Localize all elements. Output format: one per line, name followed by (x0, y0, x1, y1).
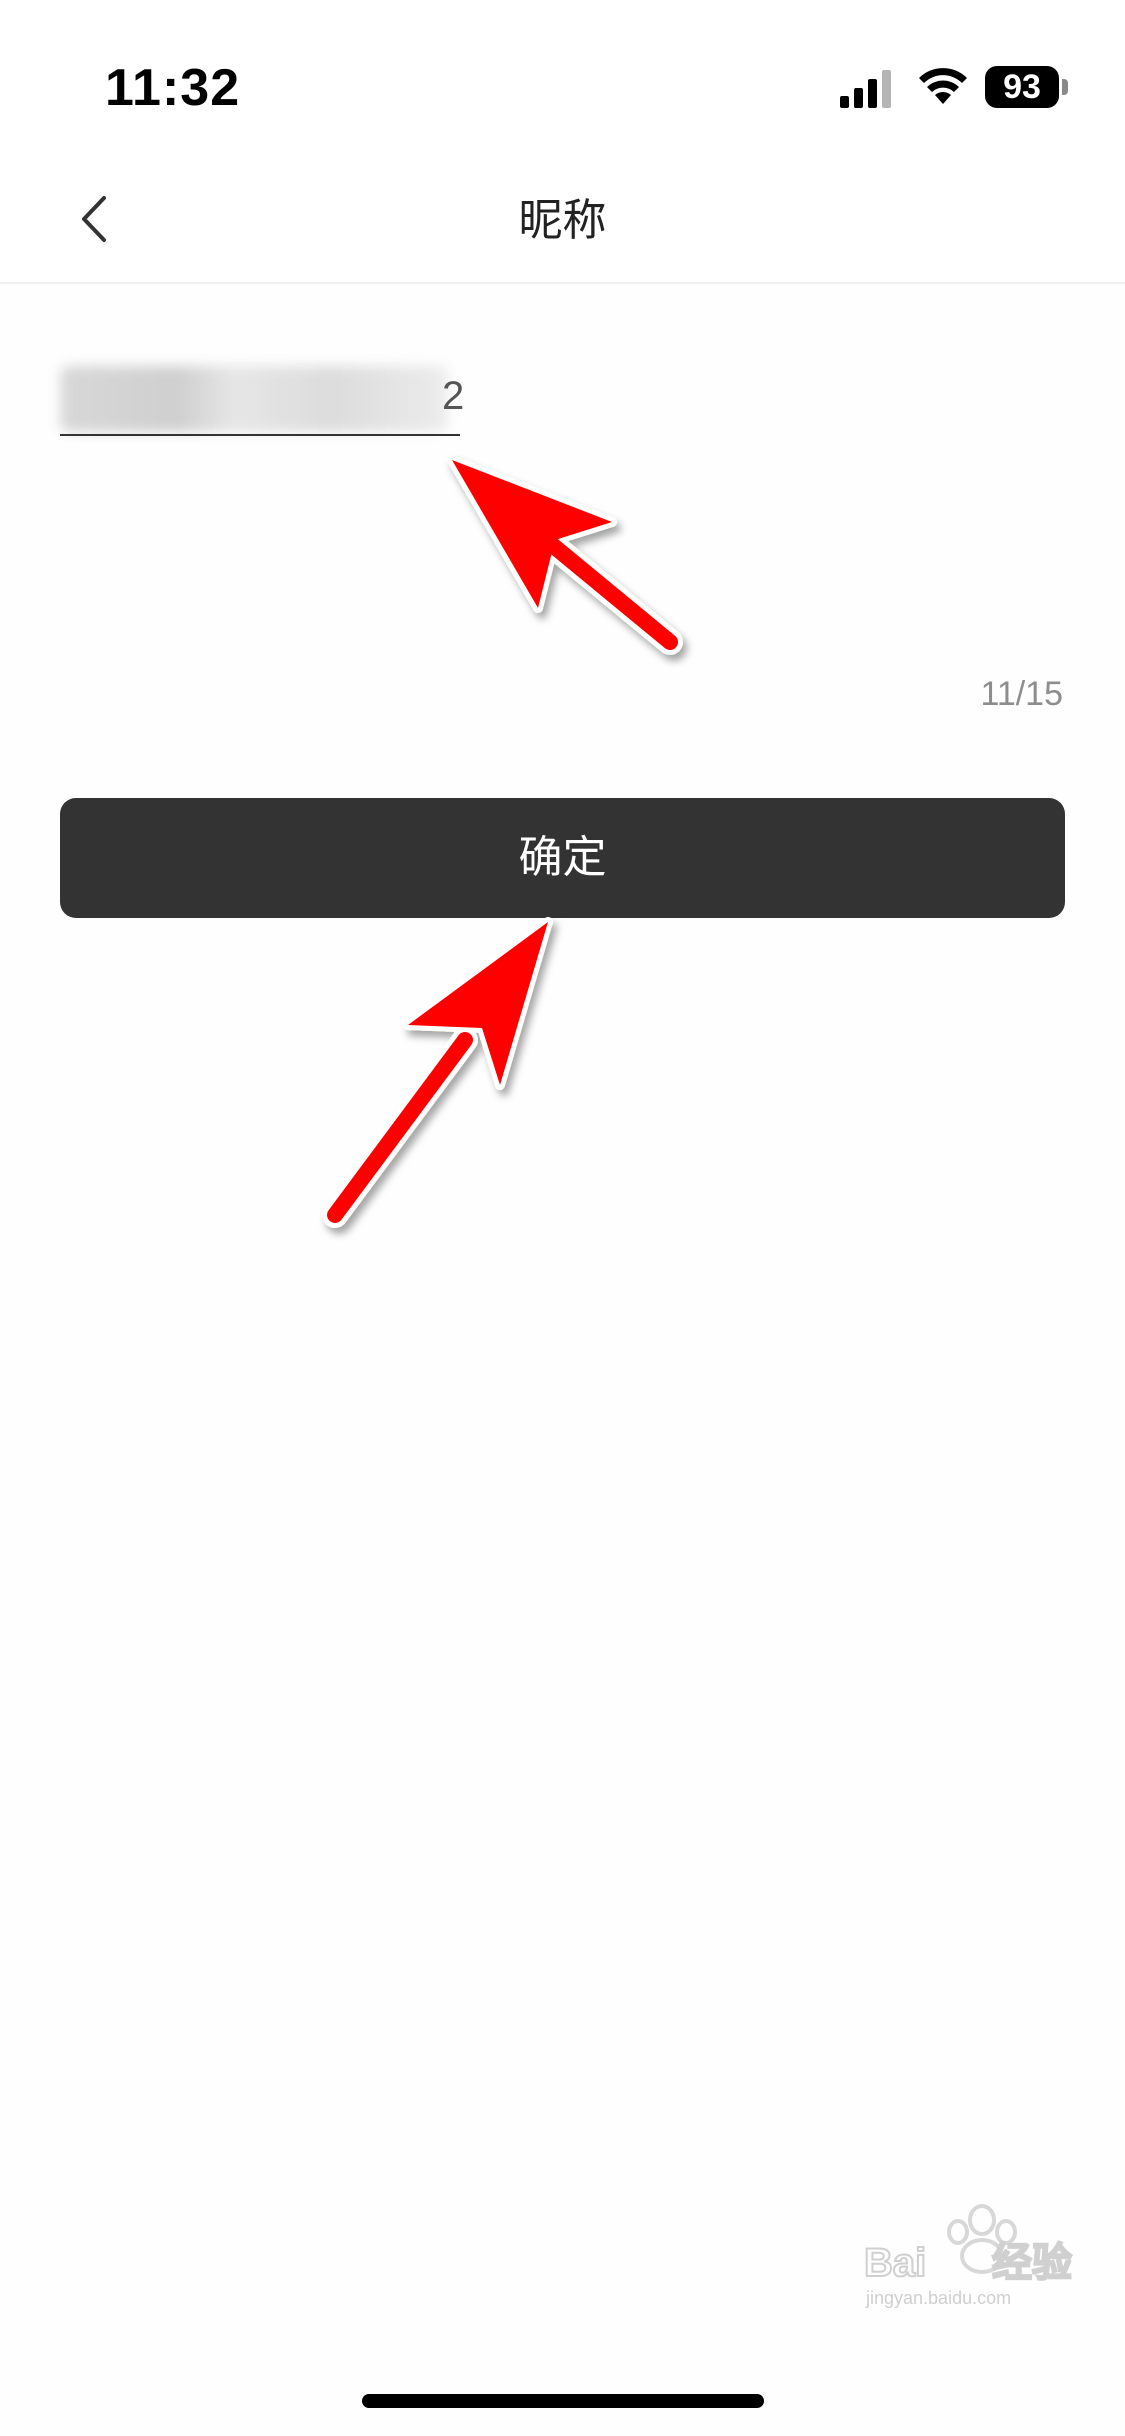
wifi-icon (919, 68, 967, 104)
back-button[interactable] (62, 184, 132, 254)
status-time: 11:32 (105, 59, 241, 117)
svg-text:经验: 经验 (992, 2241, 1072, 2285)
status-bar: 11:32 93 (0, 0, 1125, 160)
arrow-to-input (447, 455, 683, 655)
battery-tip (1062, 79, 1068, 95)
battery-icon: 93 (985, 66, 1068, 108)
page-title: 昵称 (518, 195, 607, 246)
input-underline (60, 434, 460, 436)
nickname-visible-char: 2 (442, 374, 465, 418)
nav-bar: 昵称 (0, 160, 1125, 284)
nickname-blurred-text (60, 366, 448, 432)
arrow-to-button (322, 917, 553, 1228)
svg-text:Bai: Bai (864, 2241, 926, 2285)
nickname-input[interactable]: 2 (60, 360, 1064, 442)
battery-level: 93 (985, 66, 1059, 108)
baidu-watermark: Bai 经验 jingyan.baidu.com (863, 2204, 1073, 2308)
chevron-left-icon (82, 196, 106, 242)
signal-icon (840, 70, 891, 108)
char-count: 11/15 (980, 675, 1063, 713)
home-indicator[interactable] (362, 2394, 764, 2408)
confirm-button[interactable]: 确定 (60, 798, 1065, 918)
svg-text:jingyan.baidu.com: jingyan.baidu.com (865, 2288, 1011, 2308)
